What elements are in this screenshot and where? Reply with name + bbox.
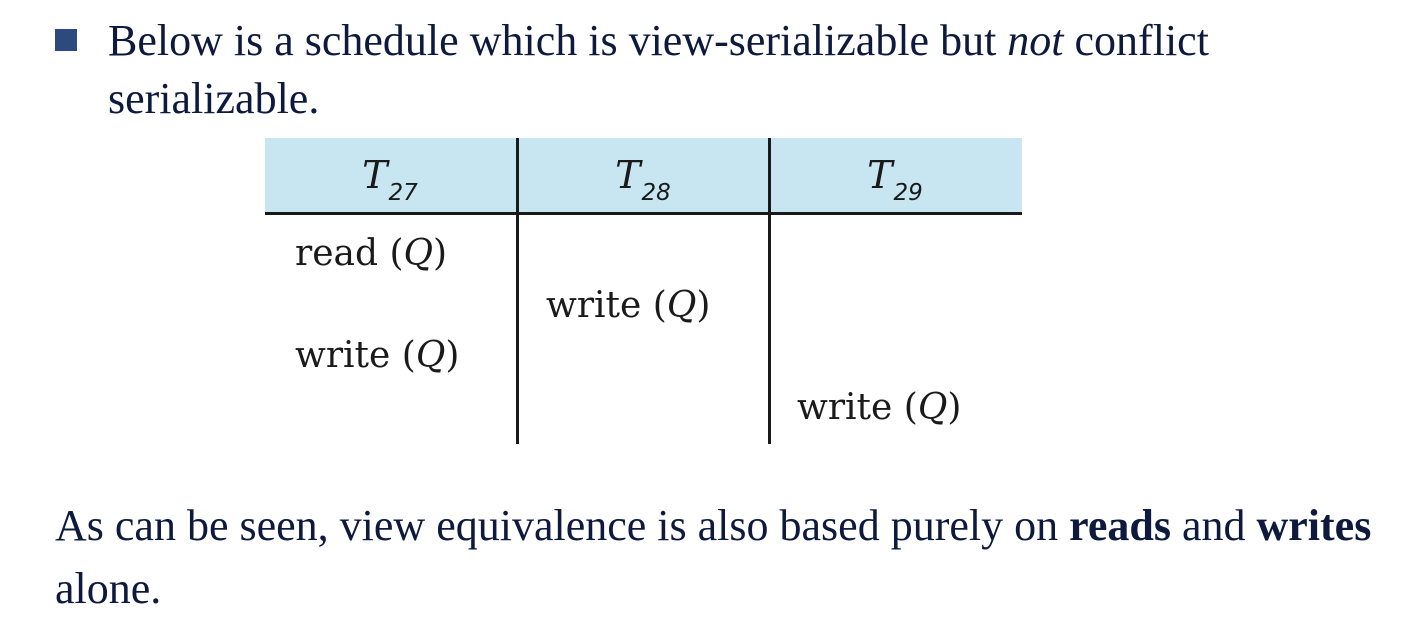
operation-t27-write: write (Q) xyxy=(295,335,460,376)
bullet-text: Below is a schedule which is view-serial… xyxy=(108,12,1427,128)
conclusion-bold-reads: reads xyxy=(1069,501,1171,550)
conclusion-part2: and xyxy=(1170,501,1257,550)
operation-t28-write: write (Q) xyxy=(546,285,711,326)
column-header-t27: T27 xyxy=(265,152,515,206)
conclusion-bold-writes: writes xyxy=(1256,501,1372,550)
operation-item: Q xyxy=(917,387,948,428)
bullet-text-emphasis: not xyxy=(1007,16,1064,65)
operation-item: Q xyxy=(415,335,446,376)
bullet-square-icon xyxy=(55,29,77,51)
column-header-name: T xyxy=(615,153,641,197)
column-header-subscript: 28 xyxy=(641,180,671,206)
operation-name: read xyxy=(295,233,379,274)
operation-item: Q xyxy=(666,285,697,326)
column-header-name: T xyxy=(362,153,388,197)
operation-name: write xyxy=(295,335,391,376)
column-header-subscript: 27 xyxy=(388,180,418,206)
operation-name: write xyxy=(797,387,893,428)
bullet-text-part1: Below is a schedule which is view-serial… xyxy=(108,16,1008,65)
operation-item: Q xyxy=(403,233,434,274)
operation-t27-read: read (Q) xyxy=(295,233,448,274)
conclusion-text: As can be seen, view equivalence is also… xyxy=(55,494,1415,620)
column-header-t29: T29 xyxy=(770,152,1020,206)
schedule-table: T27 T28 T29 read (Q) write (Q) write (Q)… xyxy=(265,138,1022,444)
conclusion-part1: As can be seen, view equivalence is also… xyxy=(55,501,1070,550)
column-header-name: T xyxy=(867,153,893,197)
operation-t29-write: write (Q) xyxy=(797,387,962,428)
column-header-subscript: 29 xyxy=(893,180,923,206)
schedule-header-rule xyxy=(265,212,1022,215)
column-header-t28: T28 xyxy=(518,152,768,206)
operation-name: write xyxy=(546,285,642,326)
conclusion-part3: alone. xyxy=(55,564,162,613)
